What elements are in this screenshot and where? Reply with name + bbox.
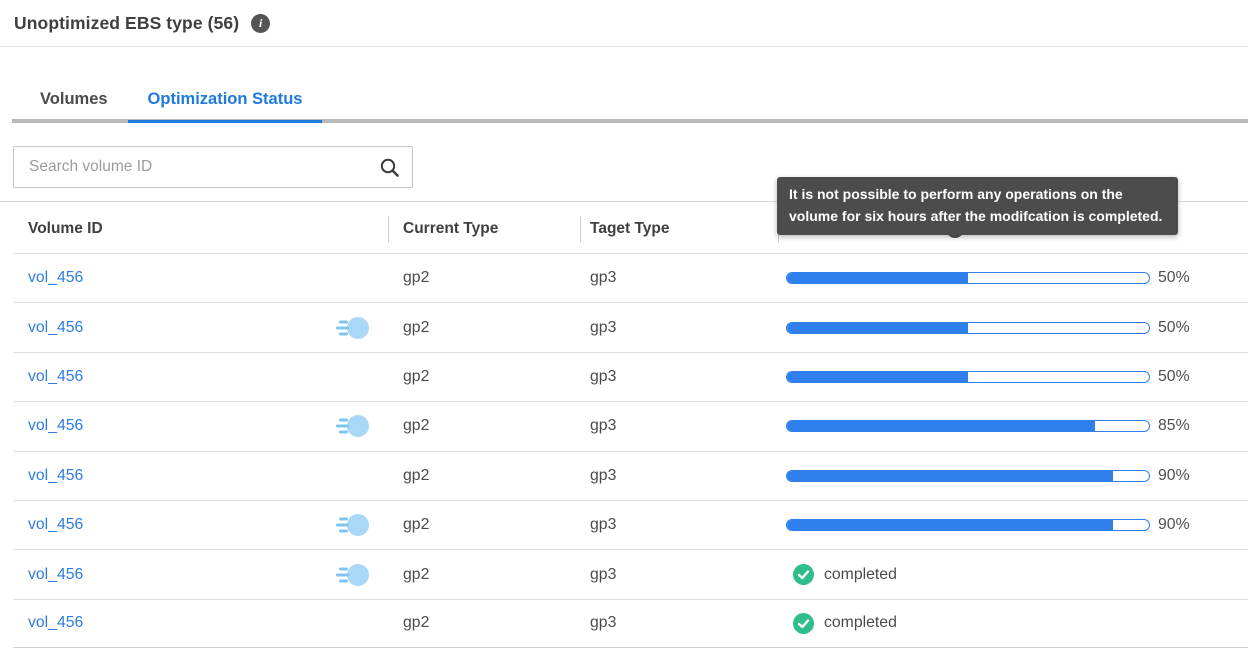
current-type-cell: gp2: [388, 614, 580, 632]
volume-id-link[interactable]: vol_456: [28, 368, 83, 386]
table-row: vol_456 gp2 gp3 50%: [13, 352, 1248, 401]
current-type-cell: gp2: [388, 417, 580, 435]
tab-optimization-status[interactable]: Optimization Status: [128, 78, 323, 123]
progress-track: [786, 272, 1150, 284]
magnifier-icon[interactable]: [379, 157, 400, 178]
volume-id-link[interactable]: vol_456: [28, 614, 83, 632]
table-row: vol_456 gp2 gp3 completed: [13, 599, 1248, 648]
progress-fill: [787, 421, 1095, 431]
current-type-cell: gp2: [388, 566, 580, 584]
progress-bar: 50%: [778, 319, 1248, 337]
progress-track: [786, 519, 1150, 531]
title-bar: Unoptimized EBS type (56) i: [0, 0, 1248, 47]
progress-fill: [787, 323, 968, 333]
progress-track: [786, 322, 1150, 334]
modification-status-tooltip: It is not possible to perform any operat…: [777, 177, 1178, 235]
progress-bar: 90%: [778, 516, 1248, 534]
target-type-cell: gp3: [580, 614, 778, 632]
current-type-cell: gp2: [388, 269, 580, 287]
current-type-cell: gp2: [388, 319, 580, 337]
tab-volumes[interactable]: Volumes: [20, 78, 128, 123]
optimization-table: Volume ID Current Type Taget Type Modifi…: [13, 205, 1248, 648]
current-type-cell: gp2: [388, 467, 580, 485]
target-type-cell: gp3: [580, 368, 778, 386]
target-type-cell: gp3: [580, 269, 778, 287]
table-row: vol_456 gp2 gp3 50%: [13, 302, 1248, 351]
check-circle-icon: [793, 613, 814, 634]
table-row: vol_456 gp2 gp3 50%: [13, 253, 1248, 302]
progress-label: 85%: [1158, 417, 1190, 435]
column-header-volume-id: Volume ID: [13, 205, 388, 253]
progress-fill: [787, 372, 968, 382]
progress-bar: 50%: [778, 269, 1248, 287]
progress-track: [786, 371, 1150, 383]
progress-bar: 90%: [778, 467, 1248, 485]
target-type-cell: gp3: [580, 566, 778, 584]
progress-label: 50%: [1158, 368, 1190, 386]
volume-id-link[interactable]: vol_456: [28, 467, 83, 485]
progress-fill: [787, 471, 1113, 481]
progress-track: [786, 420, 1150, 432]
fast-snapshot-icon: [336, 315, 370, 341]
search-input[interactable]: [14, 147, 412, 187]
column-header-target-type: Taget Type: [580, 205, 778, 253]
table-row: vol_456 gp2 gp3 completed: [13, 549, 1248, 598]
volume-id-link[interactable]: vol_456: [28, 417, 83, 435]
volume-id-link[interactable]: vol_456: [28, 516, 83, 534]
table-row: vol_456 gp2 gp3 85%: [13, 401, 1248, 450]
progress-label: 90%: [1158, 516, 1190, 534]
progress-track: [786, 470, 1150, 482]
column-header-current-type: Current Type: [388, 205, 580, 253]
fast-snapshot-icon: [336, 413, 370, 439]
tab-bar: Volumes Optimization Status: [0, 78, 1248, 123]
target-type-cell: gp3: [580, 516, 778, 534]
progress-bar: 85%: [778, 417, 1248, 435]
current-type-cell: gp2: [388, 516, 580, 534]
volume-id-link[interactable]: vol_456: [28, 319, 83, 337]
table-body: vol_456 gp2 gp3 50%: [13, 253, 1248, 648]
progress-label: 90%: [1158, 467, 1190, 485]
table-row: vol_456 gp2 gp3 90%: [13, 500, 1248, 549]
volume-id-link[interactable]: vol_456: [28, 566, 83, 584]
progress-bar: 50%: [778, 368, 1248, 386]
unoptimized-ebs-panel: Unoptimized EBS type (56) i Volumes Opti…: [0, 0, 1248, 656]
target-type-cell: gp3: [580, 417, 778, 435]
completed-label: completed: [824, 614, 897, 632]
volume-id-link[interactable]: vol_456: [28, 269, 83, 287]
progress-fill: [787, 520, 1113, 530]
target-type-cell: gp3: [580, 319, 778, 337]
completed-status: completed: [778, 564, 1248, 585]
info-circle-icon[interactable]: i: [251, 14, 270, 33]
completed-label: completed: [824, 566, 897, 584]
page-title: Unoptimized EBS type (56): [14, 13, 239, 34]
check-circle-icon: [793, 564, 814, 585]
table-row: vol_456 gp2 gp3 90%: [13, 451, 1248, 500]
completed-status: completed: [778, 613, 1248, 634]
fast-snapshot-icon: [336, 562, 370, 588]
fast-snapshot-icon: [336, 512, 370, 538]
progress-label: 50%: [1158, 269, 1190, 287]
progress-fill: [787, 273, 968, 283]
search-box[interactable]: [13, 146, 413, 188]
target-type-cell: gp3: [580, 467, 778, 485]
current-type-cell: gp2: [388, 368, 580, 386]
progress-label: 50%: [1158, 319, 1190, 337]
